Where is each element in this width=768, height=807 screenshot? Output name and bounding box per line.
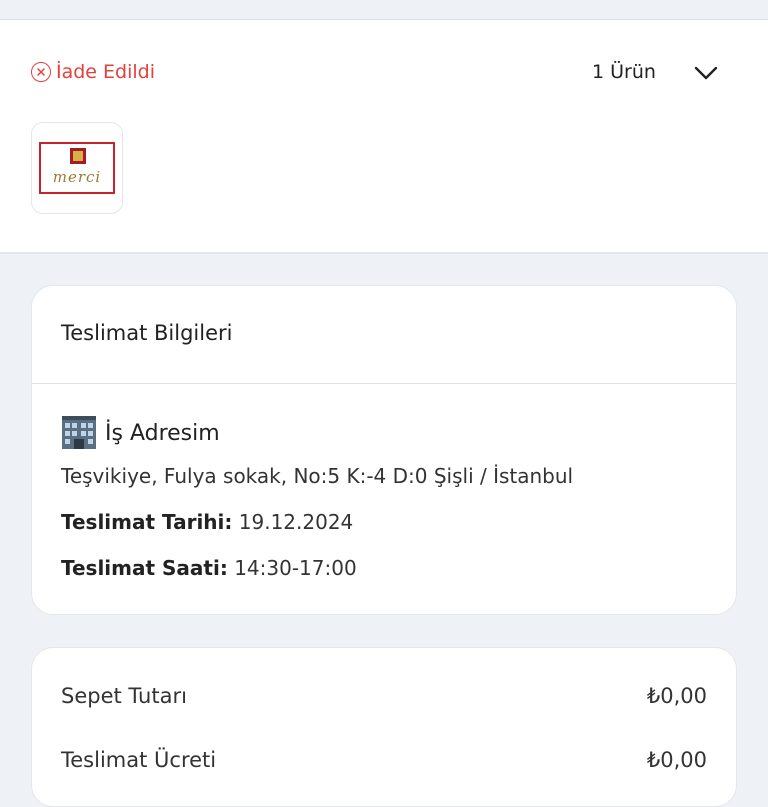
- order-status: İade Edildi: [31, 61, 155, 83]
- delivery-title: Teslimat Bilgileri: [61, 321, 233, 345]
- basket-total-row: Sepet Tutarı ₺0,00: [61, 684, 707, 708]
- divider: [32, 383, 736, 384]
- delivery-info-card: Teslimat Bilgileri İş Adresim Teşvikiye,…: [31, 285, 737, 615]
- address-line: Teşvikiye, Fulya sokak, No:5 K:-4 D:0 Şi…: [61, 464, 574, 488]
- product-image: merci: [39, 142, 115, 194]
- close-circle-icon: [31, 62, 51, 82]
- basket-total-value: ₺0,00: [646, 684, 707, 708]
- delivery-date-value: 19.12.2024: [238, 510, 354, 534]
- address-header: İş Adresim: [61, 416, 220, 450]
- delivery-fee-label: Teslimat Ücreti: [61, 748, 217, 772]
- product-thumbnail[interactable]: merci: [31, 122, 123, 214]
- office-building-icon: [61, 416, 97, 450]
- delivery-date: Teslimat Tarihi: 19.12.2024: [61, 510, 353, 534]
- product-brand: merci: [52, 168, 102, 186]
- chevron-down-icon[interactable]: [692, 62, 720, 84]
- basket-total-label: Sepet Tutarı: [61, 684, 187, 708]
- delivery-fee-value: ₺0,00: [646, 748, 707, 772]
- delivery-fee-row: Teslimat Ücreti ₺0,00: [61, 748, 707, 772]
- item-count[interactable]: 1 Ürün: [592, 61, 656, 83]
- top-strip: [0, 0, 768, 20]
- delivery-time: Teslimat Saati: 14:30-17:00: [61, 556, 357, 580]
- delivery-time-label: Teslimat Saati:: [61, 556, 228, 580]
- order-status-label: İade Edildi: [56, 61, 155, 83]
- delivery-time-value: 14:30-17:00: [234, 556, 357, 580]
- delivery-date-label: Teslimat Tarihi:: [61, 510, 233, 534]
- payment-summary-card: Sepet Tutarı ₺0,00 Teslimat Ücreti ₺0,00: [31, 647, 737, 807]
- address-name: İş Adresim: [105, 420, 220, 446]
